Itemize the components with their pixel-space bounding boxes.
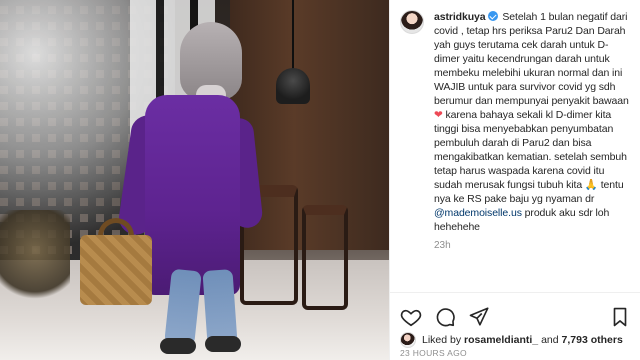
likes-text: Liked by rosameldianti_ and 7,793 others <box>422 334 623 346</box>
handbag <box>80 235 152 305</box>
caption-part-1: Setelah 1 bulan negatif dari covid , tet… <box>434 11 632 107</box>
likes-row: Liked by rosameldianti_ and 7,793 others <box>390 330 640 350</box>
bookmark-icon[interactable] <box>609 306 631 328</box>
post-photo <box>0 0 389 360</box>
plant <box>0 210 70 310</box>
heart-outline-icon[interactable] <box>400 306 422 328</box>
profile-avatar[interactable] <box>400 10 424 34</box>
purple-dress <box>145 95 240 295</box>
lamp-cord <box>292 0 294 70</box>
shoe <box>205 336 241 352</box>
likes-prefix: Liked by <box>422 334 465 346</box>
posted-ago: 23 HOURS AGO <box>400 348 467 358</box>
liker-avatar[interactable] <box>400 332 416 348</box>
heart-emoji: ❤ <box>434 109 443 121</box>
caption-section: astridkuya Setelah 1 bulan negatif dari … <box>390 0 640 290</box>
caption-row: astridkuya Setelah 1 bulan negatif dari … <box>400 10 631 234</box>
post-sidebar: astridkuya Setelah 1 bulan negatif dari … <box>389 0 640 360</box>
likes-others-link[interactable]: 7,793 others <box>562 334 623 346</box>
verified-badge-icon <box>487 11 498 21</box>
share-icon[interactable] <box>468 306 490 328</box>
caption-text: astridkuya Setelah 1 bulan negatif dari … <box>434 10 631 234</box>
comment-icon[interactable] <box>434 306 456 328</box>
shoe <box>160 338 196 354</box>
mention-link[interactable]: @mademoiselle.us <box>434 207 522 219</box>
action-bar <box>390 292 640 332</box>
pendant-lamp <box>276 68 310 104</box>
chair <box>302 205 348 310</box>
caption-time: 23h <box>434 240 451 251</box>
jeans-leg <box>202 269 238 346</box>
praying-hands-emoji: 🙏 <box>584 179 598 191</box>
liker-username[interactable]: rosameldianti_ <box>464 334 538 346</box>
username-link[interactable]: astridkuya <box>434 11 486 23</box>
likes-and: and <box>538 334 562 346</box>
